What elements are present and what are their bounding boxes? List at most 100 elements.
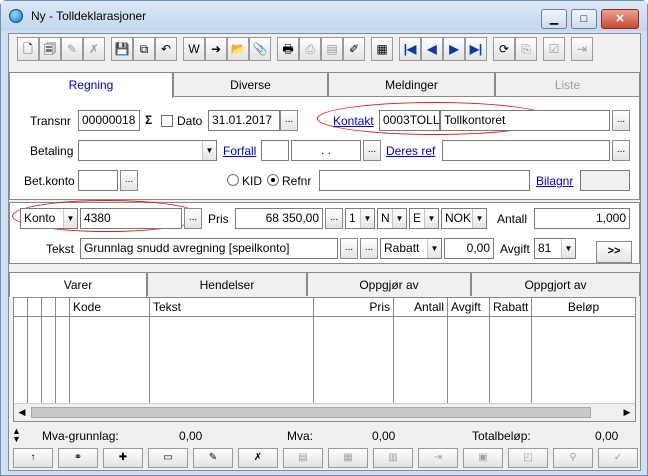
line-action-13-button[interactable]: ⚲	[553, 448, 593, 468]
grid-header-kode[interactable]: Kode	[70, 298, 150, 317]
betkonto-field[interactable]	[78, 170, 118, 191]
rabatt-type-select[interactable]: Rabatt ▼	[380, 238, 442, 259]
grid-header-belop[interactable]: Beløp	[532, 298, 636, 317]
chevron-down-icon[interactable]: ▼	[427, 239, 441, 258]
antall-field[interactable]: 1,000	[534, 208, 630, 229]
first-record-icon[interactable]: |◀	[399, 37, 421, 61]
edit-line-button[interactable]: ✎	[193, 448, 233, 468]
forfall-link[interactable]: Forfall	[223, 144, 256, 158]
delete-doc-icon[interactable]: ✗	[83, 37, 105, 61]
pris-lookup-button[interactable]: ...	[325, 208, 343, 229]
sigma-icon[interactable]: Σ	[145, 113, 152, 127]
grid-header-rabatt[interactable]: Rabatt	[490, 298, 532, 317]
scrollbar-thumb[interactable]	[31, 407, 591, 418]
kontakt-code-field[interactable]: 0003TOLL	[379, 110, 440, 131]
copy-record-icon[interactable]: ⎘	[515, 37, 537, 61]
save-icon[interactable]: 💾	[111, 37, 133, 61]
chevron-down-icon[interactable]: ▼	[360, 209, 374, 228]
grid-header-avgift[interactable]: Avgift	[448, 298, 490, 317]
move-up-button[interactable]: ↑	[13, 448, 53, 468]
edit-doc-icon[interactable]: ✎	[61, 37, 83, 61]
exit-icon[interactable]: ⇥	[571, 37, 593, 61]
link-button[interactable]: ⚭	[58, 448, 98, 468]
tekst-options-button[interactable]: ...	[360, 238, 378, 259]
scroll-left-icon[interactable]: ◀	[14, 405, 30, 420]
tab-varer[interactable]: Varer	[9, 272, 147, 297]
delete-line-button[interactable]: ✗	[238, 448, 278, 468]
copy-doc-icon[interactable]: 🗐	[39, 37, 61, 61]
betaling-select[interactable]: ▼	[78, 140, 217, 161]
konto-type-select[interactable]: Konto ▼	[20, 208, 78, 229]
export-icon[interactable]: ➜	[205, 37, 227, 61]
horizontal-scrollbar[interactable]: ◀ ▶	[14, 403, 635, 421]
items-grid[interactable]: Kode Tekst Pris Antall Avgift Rabatt Bel…	[13, 297, 636, 422]
kid-radio[interactable]	[227, 174, 239, 186]
line-action-14-button[interactable]: ✓	[598, 448, 638, 468]
grid-header-tekst[interactable]: Tekst	[150, 298, 314, 317]
next-record-icon[interactable]: ▶	[443, 37, 465, 61]
bilagnr-link[interactable]: Bilagnr	[536, 174, 573, 188]
line-action-11-button[interactable]: ▣	[463, 448, 503, 468]
calculator-icon[interactable]: ▦	[371, 37, 393, 61]
insert-line-button[interactable]: ▭	[148, 448, 188, 468]
forfall-date-field[interactable]: . .	[291, 140, 361, 161]
chevron-down-icon[interactable]: ▼	[202, 141, 216, 160]
scroll-right-icon[interactable]: ▶	[619, 405, 635, 420]
grid-header-antall[interactable]: Antall	[394, 298, 448, 317]
avgift-select[interactable]: 81 ▼	[534, 238, 576, 259]
line-action-7-button[interactable]: ▤	[283, 448, 323, 468]
word-export-icon[interactable]: W	[183, 37, 205, 61]
chevron-down-icon[interactable]: ▼	[472, 209, 486, 228]
dato-lookup-button[interactable]: ...	[280, 110, 298, 131]
kontakt-name-field[interactable]: Tollkontoret	[440, 110, 610, 131]
konto-field[interactable]: 4380	[80, 208, 182, 229]
tab-regning[interactable]: Regning	[9, 72, 173, 98]
kontakt-lookup-button[interactable]: ...	[612, 110, 630, 131]
kontakt-link[interactable]: Kontakt	[333, 114, 374, 128]
previous-record-icon[interactable]: ◀	[421, 37, 443, 61]
print-setup-icon[interactable]: ▤	[321, 37, 343, 61]
tab-diverse[interactable]: Diverse	[173, 72, 328, 96]
rabatt-field[interactable]: 0,00	[444, 238, 494, 259]
line-action-12-button[interactable]: ◰	[508, 448, 548, 468]
code1-select[interactable]: 1 ▼	[345, 208, 375, 229]
pris-field[interactable]: 68 350,00	[235, 208, 323, 229]
tab-hendelser[interactable]: Hendelser	[147, 272, 307, 296]
chevron-down-icon[interactable]: ▼	[63, 209, 77, 228]
open-folder-icon[interactable]: 📂	[227, 37, 249, 61]
code3-select[interactable]: E ▼	[409, 208, 439, 229]
chevron-down-icon[interactable]: ▼	[424, 209, 438, 228]
chevron-down-icon[interactable]: ▼	[392, 209, 406, 228]
print-icon[interactable]: 🖶	[277, 37, 299, 61]
tekst-field[interactable]: Grunnlag snudd avregning [speilkonto]	[80, 238, 338, 259]
dato-checkbox[interactable]	[161, 115, 173, 127]
tab-meldinger[interactable]: Meldinger	[328, 72, 495, 96]
deres-ref-lookup-button[interactable]: ...	[612, 140, 630, 161]
copy-icon[interactable]: ⧉	[133, 37, 155, 61]
line-action-8-button[interactable]: ▦	[328, 448, 368, 468]
undo-icon[interactable]: ↶	[155, 37, 177, 61]
transnr-field[interactable]: 00000018	[78, 110, 140, 131]
betkonto-lookup-button[interactable]: ...	[120, 170, 138, 191]
refnr-field[interactable]	[319, 170, 530, 191]
tools-icon[interactable]: ✐	[343, 37, 365, 61]
grid-header-pris[interactable]: Pris	[314, 298, 394, 317]
deres-ref-field[interactable]	[442, 140, 610, 161]
tab-oppgjort-av[interactable]: Oppgjort av	[471, 272, 640, 296]
line-action-9-button[interactable]: ▥	[373, 448, 413, 468]
code2-select[interactable]: N ▼	[377, 208, 407, 229]
more-button[interactable]: >>	[596, 241, 632, 263]
refnr-radio[interactable]	[267, 174, 279, 186]
minimize-button[interactable]: ▁	[541, 9, 567, 29]
konto-lookup-button[interactable]: ...	[184, 208, 202, 229]
print-preview-icon[interactable]: ⎙	[299, 37, 321, 61]
dato-field[interactable]: 31.01.2017	[208, 110, 280, 131]
approve-icon[interactable]: ☑	[543, 37, 565, 61]
add-line-button[interactable]: ✚	[103, 448, 143, 468]
attachment-icon[interactable]: 📎	[249, 37, 271, 61]
new-doc-icon[interactable]: 🗋	[17, 37, 39, 61]
last-record-icon[interactable]: ▶|	[465, 37, 487, 61]
tekst-lookup-button[interactable]: ...	[340, 238, 358, 259]
forfall-days-field[interactable]	[261, 140, 289, 161]
refresh-icon[interactable]: ⟳	[493, 37, 515, 61]
